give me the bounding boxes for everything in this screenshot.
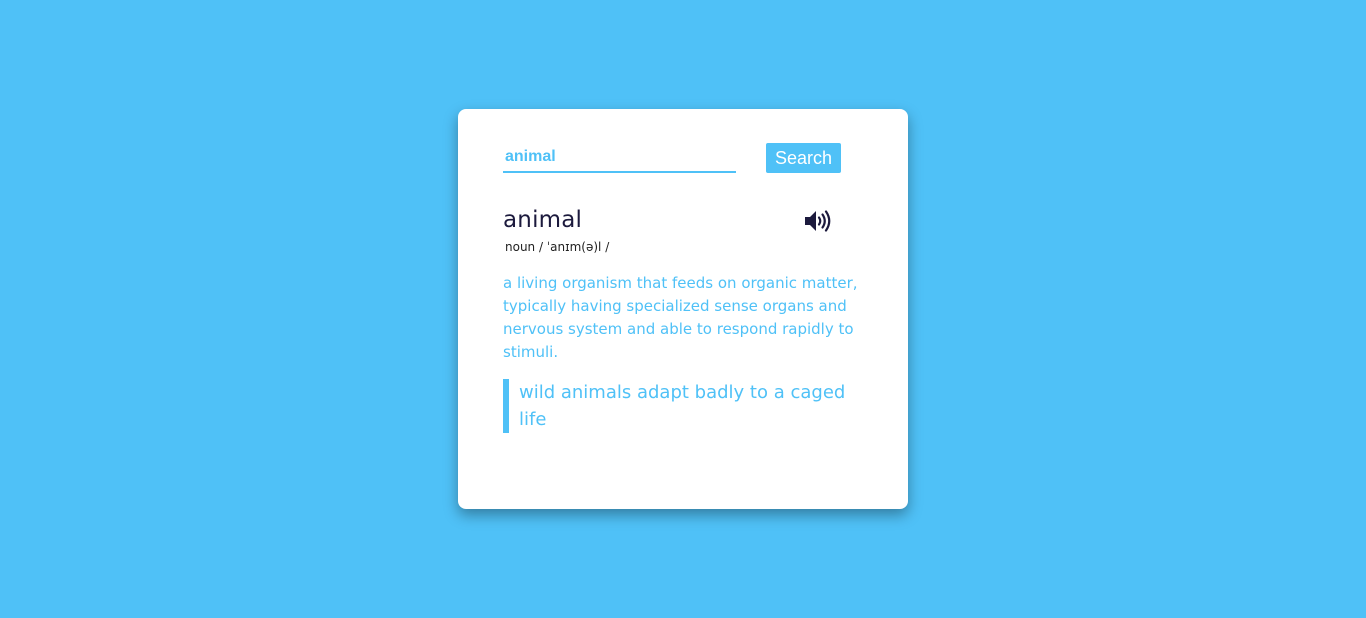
speaker-volume-icon[interactable]	[804, 209, 832, 233]
phonetic-spelling: ˈanɪm(ə)l	[546, 240, 602, 254]
word-details: noun / ˈanɪm(ə)l /	[505, 240, 609, 254]
definition-text: a living organism that feeds on organic …	[503, 274, 858, 361]
search-bar: Search	[503, 143, 843, 175]
separator: /	[539, 240, 544, 254]
example-quote: wild animals adapt badly to a caged life	[503, 379, 853, 433]
part-of-speech: noun	[505, 240, 536, 254]
search-button[interactable]: Search	[766, 143, 841, 173]
search-input[interactable]	[503, 143, 736, 173]
dictionary-card: Search animal noun / ˈanɪm(ə)l / a livin…	[458, 109, 908, 509]
word-title: animal	[503, 207, 583, 233]
separator: /	[605, 240, 610, 254]
